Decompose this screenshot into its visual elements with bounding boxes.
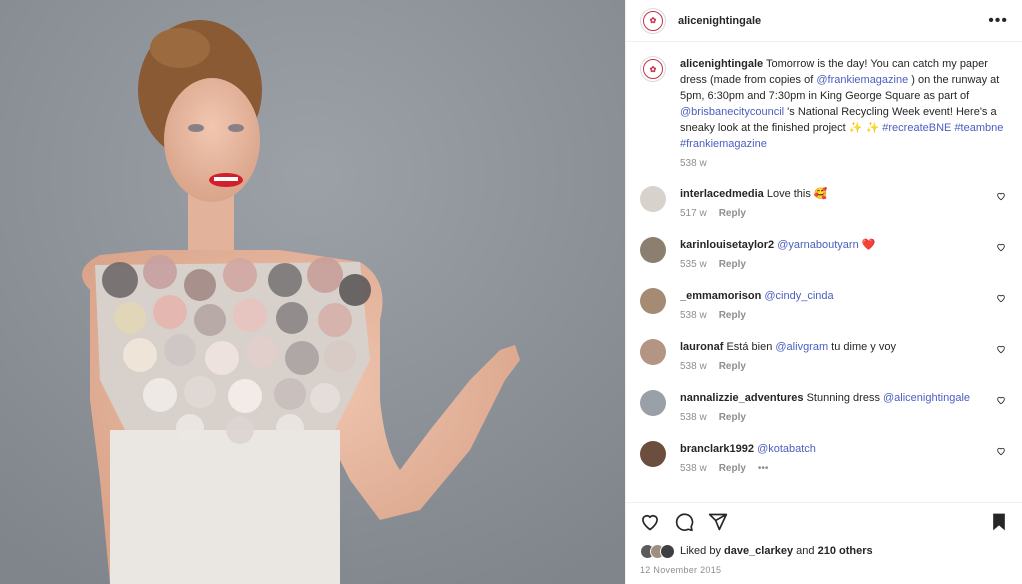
hashtag-frankiemagazine[interactable]: #frankiemagazine [680, 138, 767, 150]
commenter-avatar[interactable] [640, 288, 666, 314]
comment-row: karinlouisetaylor2 @yarnaboutyarn ❤️ 535… [640, 237, 1008, 273]
commenter-avatar[interactable] [640, 441, 666, 467]
post-date[interactable]: 12 November 2015 [640, 565, 1008, 575]
comment-body: _emmamorison @cindy_cinda 538 w Reply [680, 288, 1008, 324]
comment-time[interactable]: 538 w [680, 410, 707, 426]
post-image[interactable] [0, 0, 625, 584]
like-comment-heart-icon[interactable] [996, 293, 1006, 303]
comment-text: Love this [766, 188, 814, 200]
caption-username[interactable]: alicenightingale [680, 58, 763, 70]
fashion-photo [0, 0, 625, 584]
comment-text-2: tu dime y voy [828, 341, 896, 353]
hashtag-teambne[interactable]: #teambne [954, 122, 1003, 134]
comment-mention[interactable]: @alivgram [775, 341, 828, 353]
hashtag-recreatebne[interactable]: #recreateBNE [882, 122, 951, 134]
comment-row: nannalizzie_adventures Stunning dress @a… [640, 390, 1008, 426]
reply-button[interactable]: Reply [719, 359, 746, 375]
smiling-hearts-emoji: 🥰 [813, 188, 828, 200]
comment-mention[interactable]: @yarnaboutyarn [777, 239, 859, 251]
caption-time[interactable]: 538 w [680, 156, 707, 172]
comment-meta: 538 w Reply [680, 308, 984, 324]
mention-frankiemagazine[interactable]: @frankiemagazine [816, 74, 908, 86]
comment-body: lauronaf Está bien @alivgram tu dime y v… [680, 339, 1008, 375]
like-comment-heart-icon[interactable] [996, 395, 1006, 405]
like-heart-icon[interactable] [640, 512, 660, 532]
comment-username[interactable]: karinlouisetaylor2 [680, 239, 774, 251]
likes-prefix: Liked by [680, 545, 721, 557]
caption-meta: 538 w [680, 156, 1008, 172]
comment-row: lauronaf Está bien @alivgram tu dime y v… [640, 339, 1008, 375]
comment-mention[interactable]: @cindy_cinda [764, 290, 833, 302]
likes-count[interactable]: 210 others [818, 545, 873, 557]
save-bookmark-icon[interactable] [990, 512, 1008, 532]
commenter-avatar[interactable] [640, 237, 666, 263]
comment-mention[interactable]: @kotabatch [757, 443, 816, 455]
post-viewer: ✿ alicenightingale ••• ✿ alicenightingal… [0, 0, 1022, 584]
post-sidebar: ✿ alicenightingale ••• ✿ alicenightingal… [625, 0, 1022, 584]
comment-username[interactable]: branclark1992 [680, 443, 754, 455]
commenter-avatar[interactable] [640, 390, 666, 416]
post-actions: Liked by dave_clarkey and 210 others 12 … [626, 502, 1022, 584]
likes-mid: and [793, 545, 818, 557]
commenter-avatar[interactable] [640, 186, 666, 212]
comment-text: Está bien [726, 341, 776, 353]
commenter-avatar[interactable] [640, 339, 666, 365]
like-comment-heart-icon[interactable] [996, 191, 1006, 201]
reply-button[interactable]: Reply [719, 257, 746, 273]
comment-time[interactable]: 538 w [680, 308, 707, 324]
comment-time[interactable]: 538 w [680, 359, 707, 375]
comment-row: interlacedmedia Love this 🥰 517 w Reply [640, 186, 1008, 222]
comment-username[interactable]: nannalizzie_adventures [680, 392, 804, 404]
reply-button[interactable]: Reply [719, 206, 746, 222]
likes-user[interactable]: dave_clarkey [724, 545, 793, 557]
likes-summary: Liked by dave_clarkey and 210 others [640, 541, 1008, 561]
comment-body: karinlouisetaylor2 @yarnaboutyarn ❤️ 535… [680, 237, 1008, 273]
comment-meta: 535 w Reply [680, 257, 984, 273]
comment-body: interlacedmedia Love this 🥰 517 w Reply [680, 186, 1008, 222]
comment-meta: 538 w Reply [680, 410, 984, 426]
like-comment-heart-icon[interactable] [996, 446, 1006, 456]
comment-meta: 517 w Reply [680, 206, 984, 222]
comment-time[interactable]: 535 w [680, 257, 707, 273]
author-logo-icon: ✿ [643, 59, 663, 79]
comment-meta: 538 w Reply [680, 359, 984, 375]
like-comment-heart-icon[interactable] [996, 344, 1006, 354]
share-paper-plane-icon[interactable] [708, 512, 728, 532]
mention-brisbanecitycouncil[interactable]: @brisbanecitycouncil [680, 106, 784, 118]
reply-button[interactable]: Reply [719, 308, 746, 324]
comment-username[interactable]: _emmamorison [680, 290, 761, 302]
comment-options-icon[interactable]: ••• [758, 461, 769, 477]
author-avatar[interactable]: ✿ [640, 7, 666, 34]
comment-time[interactable]: 517 w [680, 206, 707, 222]
reply-button[interactable]: Reply [719, 410, 746, 426]
comment-mention[interactable]: @alicenightingale [883, 392, 970, 404]
liker-avatars [640, 543, 675, 559]
comment-username[interactable]: interlacedmedia [680, 188, 764, 200]
action-bar [640, 503, 1008, 541]
comments-section[interactable]: ✿ alicenightingale Tomorrow is the day! … [626, 42, 1022, 502]
caption-body: alicenightingale Tomorrow is the day! Yo… [680, 56, 1008, 172]
comment-body: nannalizzie_adventures Stunning dress @a… [680, 390, 1008, 426]
like-comment-heart-icon[interactable] [996, 242, 1006, 252]
author-username[interactable]: alicenightingale [678, 15, 761, 27]
red-heart-emoji: ❤️ [861, 239, 876, 251]
caption: ✿ alicenightingale Tomorrow is the day! … [640, 56, 1008, 172]
comment-row: branclark1992 @kotabatch 538 w Reply ••• [640, 441, 1008, 477]
reply-button[interactable]: Reply [719, 461, 746, 477]
caption-avatar[interactable]: ✿ [640, 56, 666, 82]
more-options-icon[interactable]: ••• [988, 12, 1008, 30]
author-logo-icon: ✿ [643, 10, 663, 31]
comment-time[interactable]: 538 w [680, 461, 707, 477]
liker-avatar [660, 543, 675, 559]
comment-body: branclark1992 @kotabatch 538 w Reply ••• [680, 441, 1008, 477]
comment-bubble-icon[interactable] [674, 512, 694, 532]
comment-meta: 538 w Reply ••• [680, 461, 984, 477]
sparkles-emoji: ✨ ✨ [848, 122, 880, 134]
comment-text: Stunning dress [806, 392, 883, 404]
post-header: ✿ alicenightingale ••• [626, 0, 1022, 42]
comment-username[interactable]: lauronaf [680, 341, 723, 353]
comment-row: _emmamorison @cindy_cinda 538 w Reply [640, 288, 1008, 324]
